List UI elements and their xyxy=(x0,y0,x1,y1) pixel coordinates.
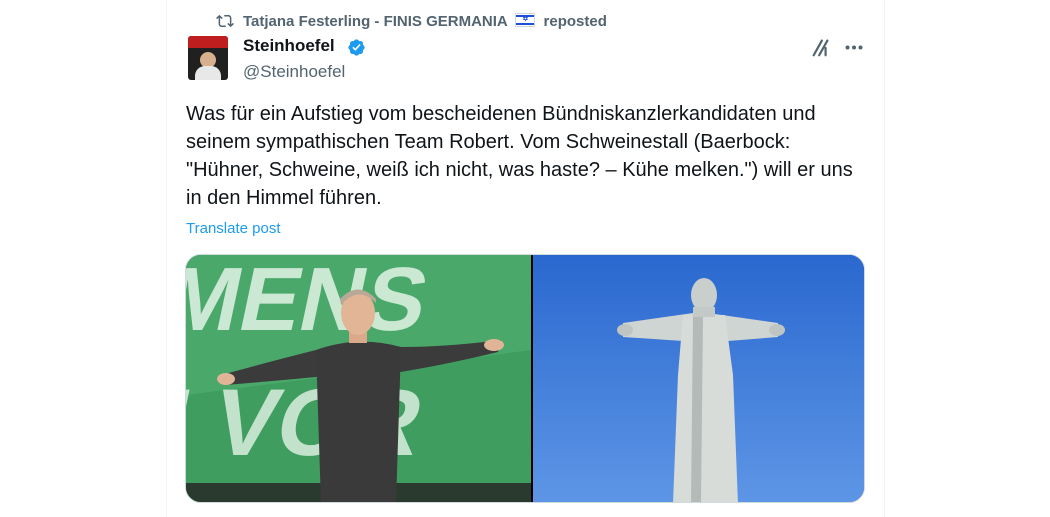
photo-man-arms-outstretched[interactable]: MENS N VOR xyxy=(186,255,531,502)
man-photo-illustration: MENS N VOR xyxy=(186,255,531,502)
avatar[interactable] xyxy=(188,36,228,80)
svg-text:MENS: MENS xyxy=(186,255,437,350)
photo-christ-the-redeemer-statue[interactable] xyxy=(533,255,864,502)
media-grid[interactable]: MENS N VOR xyxy=(185,254,865,503)
repost-suffix: reposted xyxy=(543,13,607,30)
author-handle[interactable]: @Steinhoefel xyxy=(243,62,345,82)
repost-banner[interactable]: Tatjana Festerling - FINIS GERMANIA ✡ re… xyxy=(243,13,607,30)
israel-flag-icon: ✡ xyxy=(515,13,536,27)
reposter-name[interactable]: Tatjana Festerling - FINIS GERMANIA xyxy=(243,13,507,30)
statue-photo-illustration xyxy=(533,255,864,502)
verified-badge-icon[interactable] xyxy=(347,38,366,57)
more-horizontal-icon[interactable] xyxy=(845,45,863,50)
repost-icon xyxy=(216,14,234,28)
translate-post-link[interactable]: Translate post xyxy=(186,220,281,237)
post-text: Was für ein Aufstieg vom bescheidenen Bü… xyxy=(186,103,853,209)
author-display-name[interactable]: Steinhoefel xyxy=(243,36,335,56)
grok-icon[interactable] xyxy=(810,36,832,58)
